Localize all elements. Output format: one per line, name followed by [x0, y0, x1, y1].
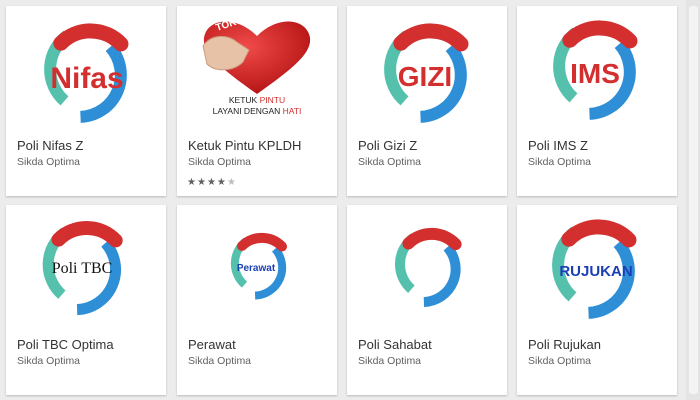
app-title[interactable]: Perawat — [188, 337, 328, 352]
app-developer[interactable]: Sikda Optima — [17, 156, 80, 168]
app-card-perawat[interactable]: Perawat Perawat Sikda Optima — [177, 205, 337, 395]
poli-ims-logo-icon: IMS — [517, 6, 677, 134]
app-card-poli-sahabat[interactable]: Poli Sahabat Sikda Optima — [347, 205, 507, 395]
app-title[interactable]: Poli Rujukan — [528, 337, 668, 352]
logo-text: IMS — [570, 58, 620, 89]
poli-tbc-logo-icon: Poli TBC — [6, 205, 166, 333]
caption-line1-a: KETUK — [229, 95, 260, 105]
app-card-poli-rujukan[interactable]: RUJUKAN Poli Rujukan Sikda Optima — [517, 205, 677, 395]
star-icon: ★ — [206, 177, 217, 188]
app-card-poli-ims[interactable]: IMS Poli IMS Z Sikda Optima — [517, 6, 677, 196]
scrollbar-thumb[interactable] — [689, 6, 698, 394]
star-icon: ★ — [196, 177, 207, 188]
app-developer[interactable]: Sikda Optima — [188, 156, 251, 168]
svg-text:LAYANI DENGAN HATI: LAYANI DENGAN HATI — [213, 106, 302, 116]
app-title[interactable]: Poli IMS Z — [528, 138, 668, 153]
logo-text: RUJUKAN — [559, 263, 632, 280]
rating-stars: ★★★★★ — [187, 177, 237, 188]
app-card-poli-nifas[interactable]: Nifas Poli Nifas Z Sikda Optima — [6, 6, 166, 196]
app-title[interactable]: Poli TBC Optima — [17, 337, 157, 352]
app-developer[interactable]: Sikda Optima — [358, 355, 421, 367]
poli-gizi-logo-icon: GIZI — [347, 6, 507, 134]
app-title[interactable]: Poli Gizi Z — [358, 138, 498, 153]
logo-text: Nifas — [50, 62, 123, 95]
app-title[interactable]: Poli Nifas Z — [17, 138, 157, 153]
logo-text: Perawat — [237, 263, 276, 274]
perawat-logo-icon: Perawat — [177, 205, 337, 333]
app-developer[interactable]: Sikda Optima — [528, 355, 591, 367]
app-card-poli-tbc[interactable]: Poli TBC Poli TBC Optima Sikda Optima — [6, 205, 166, 395]
app-developer[interactable]: Sikda Optima — [358, 156, 421, 168]
app-developer[interactable]: Sikda Optima — [17, 355, 80, 367]
poli-sahabat-logo-icon — [347, 205, 507, 333]
app-developer[interactable]: Sikda Optima — [528, 156, 591, 168]
caption-line2-a: LAYANI DENGAN — [213, 106, 283, 116]
app-developer[interactable]: Sikda Optima — [188, 355, 251, 367]
poli-nifas-logo-icon: Nifas — [6, 6, 166, 134]
star-icon: ★ — [216, 177, 227, 188]
app-card-ketuk-pintu[interactable]: TOK TOK KETUK PINTU LAYANI DENGAN HATI K… — [177, 6, 337, 196]
app-title[interactable]: Ketuk Pintu KPLDH — [188, 138, 328, 153]
poli-rujukan-logo-icon: RUJUKAN — [517, 205, 677, 333]
star-icon: ★ — [187, 177, 197, 188]
star-icon: ★ — [226, 177, 237, 188]
app-card-poli-gizi[interactable]: GIZI Poli Gizi Z Sikda Optima — [347, 6, 507, 196]
heart-knock-icon: TOK TOK KETUK PINTU LAYANI DENGAN HATI — [177, 6, 337, 134]
svg-text:KETUK PINTU: KETUK PINTU — [229, 95, 285, 105]
caption-line2-b: HATI — [283, 106, 302, 116]
caption-line1-b: PINTU — [260, 95, 286, 105]
vertical-scrollbar[interactable] — [686, 0, 700, 400]
logo-text: GIZI — [398, 61, 452, 92]
logo-text: Poli TBC — [52, 260, 113, 277]
app-title[interactable]: Poli Sahabat — [358, 337, 498, 352]
